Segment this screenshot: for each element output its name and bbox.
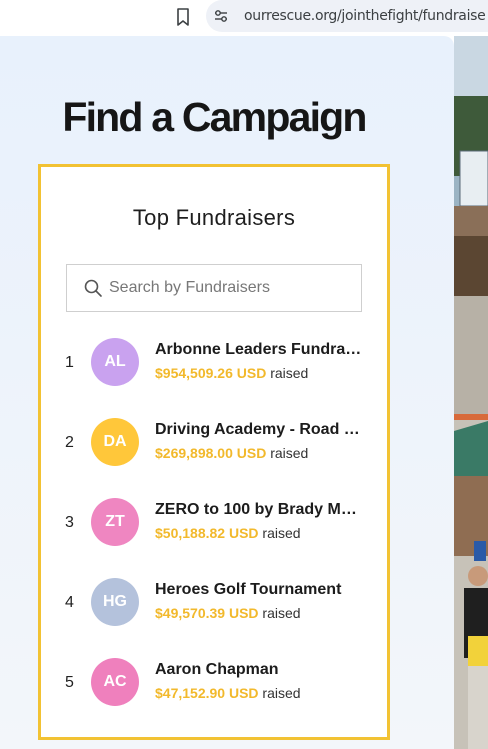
- photo-collage-image: [454, 36, 488, 749]
- browser-toolbar: ourrescue.org/jointhefight/fundraise: [0, 0, 488, 36]
- avatar[interactable]: DA: [91, 418, 139, 466]
- fundraiser-row-5[interactable]: 5 AC Aaron Chapman $47,152.90 USD raised: [41, 654, 387, 714]
- avatar[interactable]: AL: [91, 338, 139, 386]
- fundraiser-name[interactable]: Aaron Chapman: [155, 661, 365, 679]
- raised-label: raised: [270, 445, 309, 461]
- rank-number: 4: [65, 594, 74, 611]
- amount-value: $269,898.00 USD: [155, 445, 267, 461]
- background-photo: [454, 36, 488, 749]
- search-input[interactable]: [109, 275, 349, 301]
- bookmark-icon[interactable]: [175, 7, 191, 27]
- avatar[interactable]: HG: [91, 578, 139, 626]
- fundraiser-row-4[interactable]: 4 HG Heroes Golf Tournament $49,570.39 U…: [41, 574, 387, 634]
- page-content: Find a Campaign Top Fundraisers 1 AL Arb…: [0, 36, 454, 749]
- rank-number: 2: [65, 434, 74, 451]
- url-text[interactable]: ourrescue.org/jointhefight/fundraise: [244, 8, 486, 24]
- fundraiser-row-1[interactable]: 1 AL Arbonne Leaders Fundraiser $954,509…: [41, 334, 387, 394]
- amount-value: $954,509.26 USD: [155, 365, 267, 381]
- rank-number: 1: [65, 354, 74, 371]
- raised-label: raised: [262, 525, 301, 541]
- site-settings-icon[interactable]: [214, 9, 228, 23]
- fundraiser-name[interactable]: Arbonne Leaders Fundraiser: [155, 341, 365, 359]
- fundraiser-row-3[interactable]: 3 ZT ZERO to 100 by Brady McCall $50,188…: [41, 494, 387, 554]
- card-title: Top Fundraisers: [132, 205, 296, 230]
- raised-label: raised: [270, 365, 309, 381]
- page-title: Find a Campaign: [62, 94, 367, 140]
- raised-amount: $954,509.26 USD raised: [155, 365, 308, 381]
- raised-amount: $269,898.00 USD raised: [155, 445, 308, 461]
- search-icon: [84, 279, 102, 297]
- fundraiser-name[interactable]: Driving Academy - Road to Rescue: [155, 421, 365, 439]
- raised-label: raised: [262, 605, 301, 621]
- fundraiser-search[interactable]: [66, 264, 362, 312]
- amount-value: $50,188.82 USD: [155, 525, 259, 541]
- fundraiser-name[interactable]: ZERO to 100 by Brady McCall: [155, 501, 365, 519]
- fundraiser-name[interactable]: Heroes Golf Tournament: [155, 581, 365, 599]
- raised-label: raised: [262, 685, 301, 701]
- raised-amount: $50,188.82 USD raised: [155, 525, 301, 541]
- amount-value: $49,570.39 USD: [155, 605, 259, 621]
- raised-amount: $47,152.90 USD raised: [155, 685, 301, 701]
- rank-number: 5: [65, 674, 74, 691]
- rank-number: 3: [65, 514, 74, 531]
- amount-value: $47,152.90 USD: [155, 685, 259, 701]
- avatar[interactable]: ZT: [91, 498, 139, 546]
- top-fundraisers-card: Top Fundraisers 1 AL Arbonne Leaders Fun…: [38, 164, 390, 740]
- avatar[interactable]: AC: [91, 658, 139, 706]
- fundraiser-row-2[interactable]: 2 DA Driving Academy - Road to Rescue $2…: [41, 414, 387, 474]
- raised-amount: $49,570.39 USD raised: [155, 605, 301, 621]
